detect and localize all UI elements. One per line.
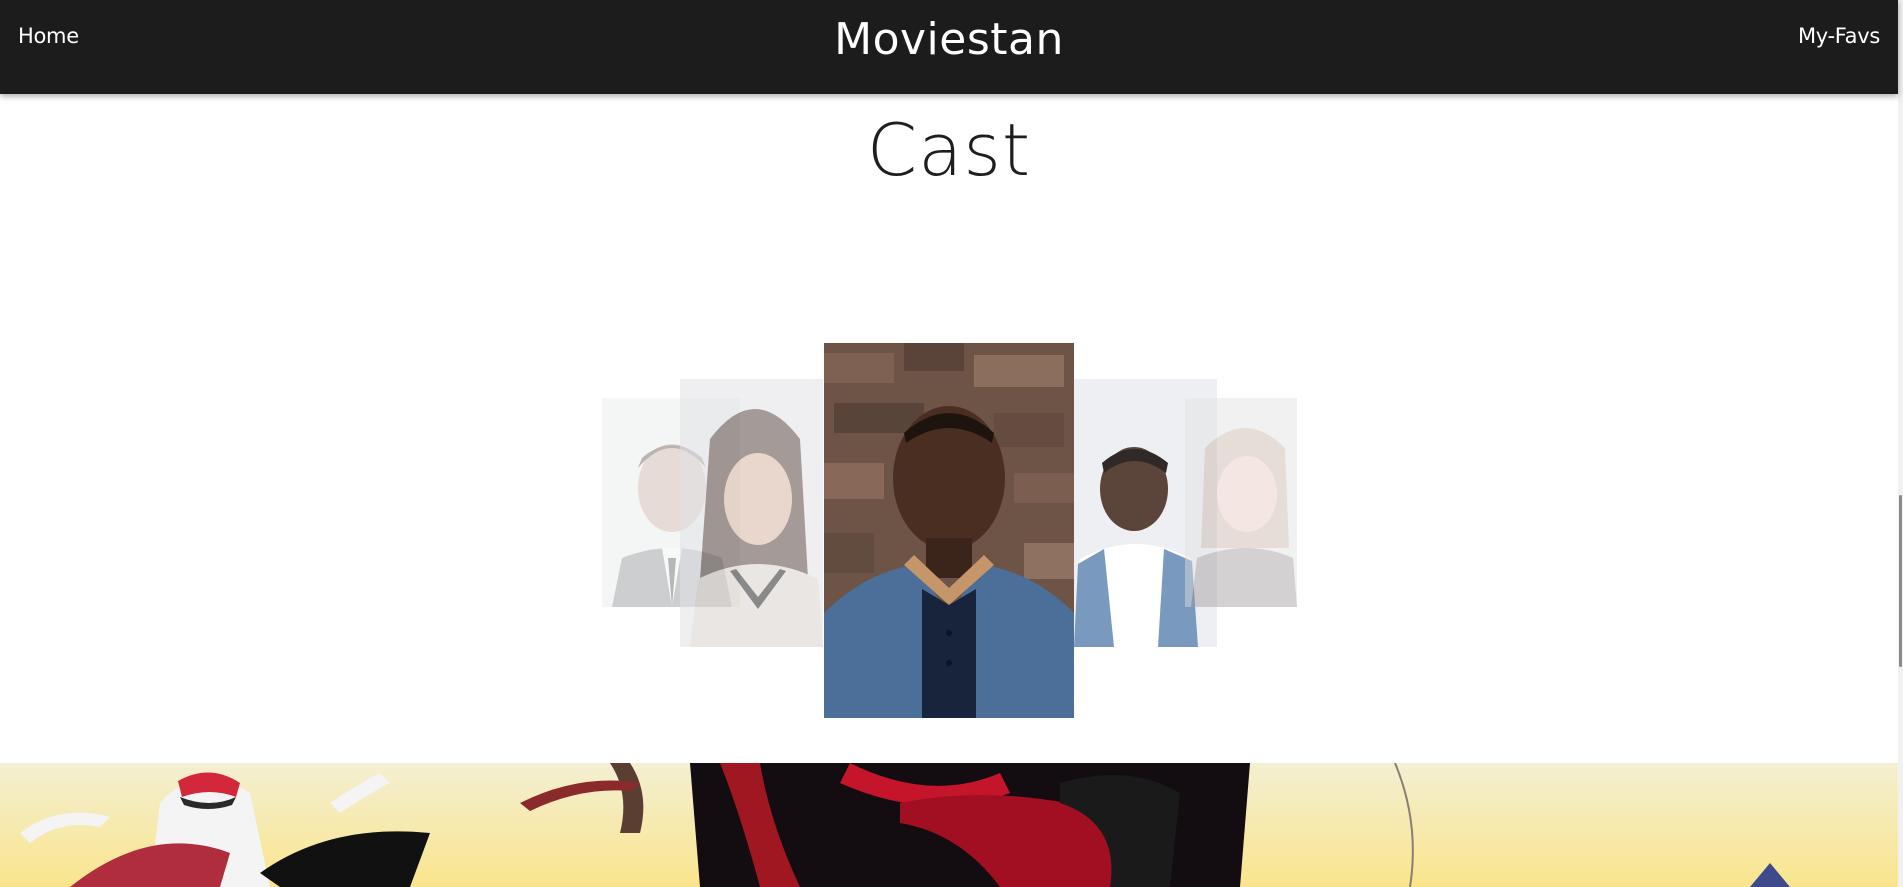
movie-banner-image bbox=[0, 763, 1898, 887]
page-scrollbar[interactable] bbox=[1898, 0, 1903, 887]
scrollbar-thumb[interactable] bbox=[1899, 495, 1902, 667]
cast-carousel[interactable] bbox=[0, 0, 1898, 760]
cast-card-left[interactable] bbox=[680, 379, 823, 647]
spider-verse-artwork bbox=[0, 763, 1898, 887]
site-brand[interactable]: Moviestan bbox=[0, 14, 1898, 65]
my-favs-link[interactable]: My-Favs bbox=[1798, 24, 1880, 48]
cast-photo-woman bbox=[680, 379, 823, 647]
cast-photo-woman-older bbox=[1185, 398, 1297, 607]
cast-photo-man-denim bbox=[824, 343, 1074, 718]
cast-card-far-right[interactable] bbox=[1185, 398, 1297, 607]
cast-card-center[interactable] bbox=[824, 343, 1074, 718]
top-navbar: Home Moviestan My-Favs bbox=[0, 0, 1898, 94]
